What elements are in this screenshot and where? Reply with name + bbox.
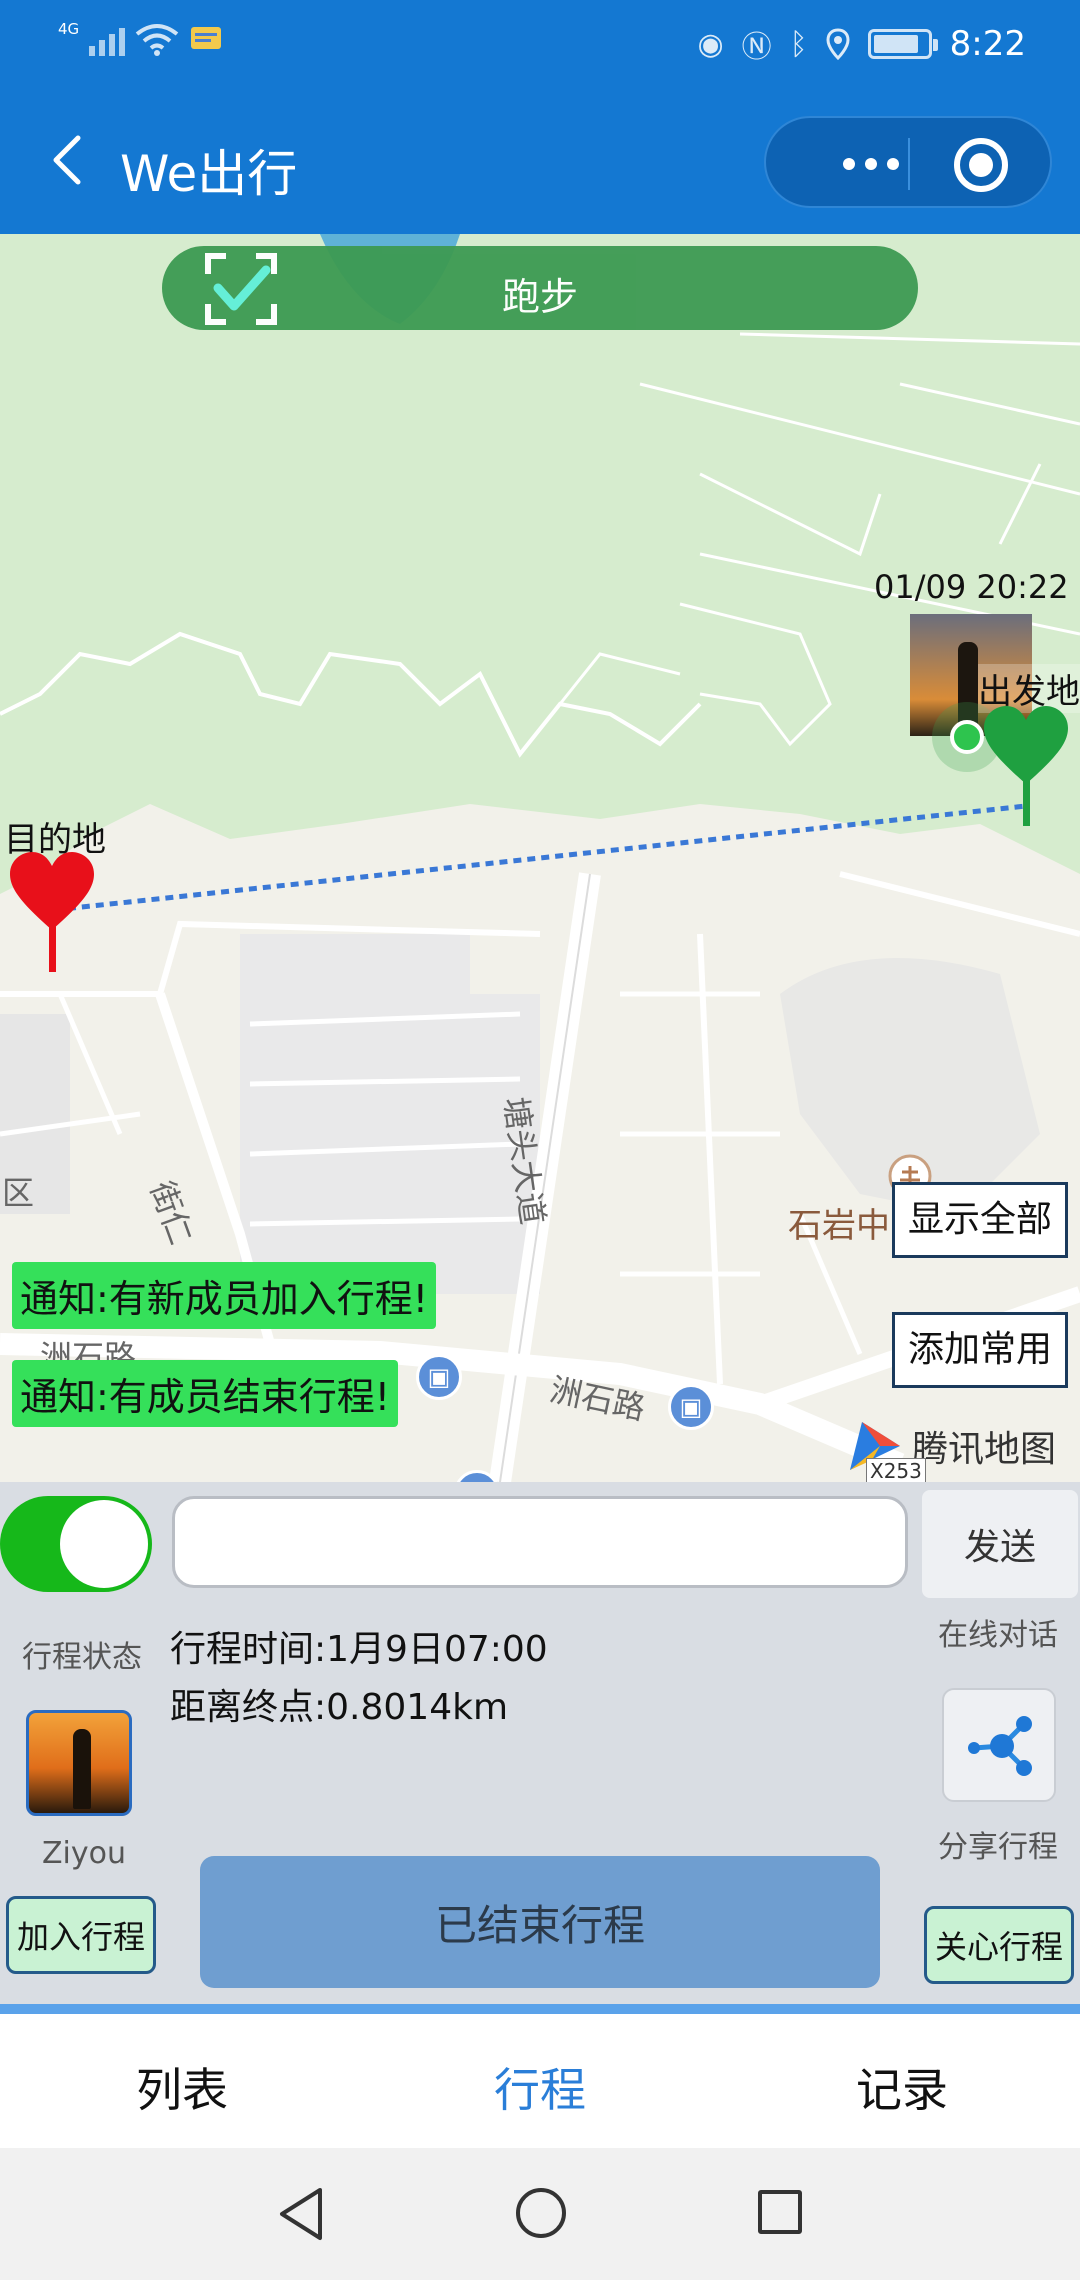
tab-list[interactable]: 列表 bbox=[136, 2054, 228, 2120]
notification-member-ended: 通知:有成员结束行程! bbox=[12, 1360, 399, 1427]
share-icon bbox=[968, 1716, 1032, 1776]
distance-to-end: 距离终点:0.8014km bbox=[170, 1687, 509, 1728]
bottom-tab-bar: 列表 行程 记录 bbox=[0, 2014, 1080, 2148]
tab-trip[interactable]: 行程 bbox=[494, 2054, 586, 2120]
map-provider-label: 腾讯地图 bbox=[912, 1429, 1057, 1470]
join-trip-button[interactable]: 加入行程 bbox=[6, 1896, 156, 1974]
activity-label: 跑步 bbox=[501, 275, 578, 319]
current-position-dot bbox=[950, 720, 984, 754]
page-title: We出行 bbox=[120, 145, 298, 203]
status-bar-left: 4G bbox=[58, 20, 223, 56]
navigation-bar: We出行 bbox=[0, 96, 1080, 234]
avatar-name: Ziyou bbox=[42, 1836, 127, 1871]
district-label: 区 bbox=[2, 1174, 35, 1212]
activity-pill[interactable]: 跑步 bbox=[162, 246, 918, 330]
system-home-icon[interactable] bbox=[516, 2188, 566, 2238]
message-icon bbox=[191, 27, 222, 49]
battery-icon bbox=[867, 29, 938, 59]
back-icon[interactable] bbox=[38, 130, 98, 190]
system-back-icon[interactable] bbox=[276, 2186, 326, 2242]
trip-status-toggle[interactable] bbox=[0, 1496, 152, 1592]
destination-heart-marker[interactable] bbox=[10, 852, 94, 972]
eye-icon: ◉ bbox=[697, 26, 724, 62]
system-navigation-bar bbox=[0, 2148, 1080, 2280]
share-trip-button[interactable] bbox=[942, 1688, 1056, 1802]
clock: 8:22 bbox=[949, 24, 1026, 64]
poi-label: 石岩中 bbox=[788, 1206, 890, 1246]
system-recent-apps-icon[interactable] bbox=[758, 2190, 802, 2234]
map-view[interactable]: 跑步 01/09 20:22 出发地 目的地 塘头大道 洲石路 洲石路 街仁 区… bbox=[0, 234, 1080, 1482]
care-trip-button[interactable]: 关心行程 bbox=[924, 1906, 1074, 1984]
notification-new-member: 通知:有新成员加入行程! bbox=[12, 1262, 437, 1329]
bus-stop-icon[interactable]: ▣ bbox=[416, 1354, 462, 1400]
marker-timestamp: 01/09 20:22 bbox=[874, 568, 1069, 606]
message-input[interactable] bbox=[172, 1496, 908, 1588]
tab-record[interactable]: 记录 bbox=[856, 2054, 948, 2120]
nfc-icon: Ⓝ bbox=[741, 30, 772, 65]
network-type: 4G bbox=[58, 20, 80, 38]
avatar[interactable] bbox=[26, 1710, 132, 1816]
add-favorite-button[interactable]: 添加常用 bbox=[892, 1312, 1068, 1388]
share-trip-label: 分享行程 bbox=[938, 1830, 1058, 1865]
online-chat-label: 在线对话 bbox=[938, 1618, 1058, 1653]
target-icon[interactable] bbox=[954, 138, 1008, 192]
trip-ended-button[interactable]: 已结束行程 bbox=[200, 1856, 880, 1988]
signal-icon bbox=[89, 22, 126, 56]
bluetooth-icon: ᛒ bbox=[789, 26, 808, 62]
send-button[interactable]: 发送 bbox=[922, 1490, 1078, 1598]
start-heart-marker[interactable] bbox=[984, 706, 1068, 826]
more-icon[interactable] bbox=[826, 118, 916, 210]
location-icon bbox=[826, 28, 850, 60]
panel-divider bbox=[0, 2004, 1080, 2014]
trip-status-label: 行程状态 bbox=[22, 1640, 142, 1675]
capsule-divider bbox=[908, 138, 910, 190]
miniprogram-capsule bbox=[764, 116, 1052, 208]
bus-stop-icon[interactable]: ▣ bbox=[668, 1384, 714, 1430]
status-bar: 4G ◉ Ⓝ ᛒ 8:22 bbox=[0, 0, 1080, 96]
status-bar-right: ◉ Ⓝ ᛒ 8:22 bbox=[697, 22, 1026, 66]
wifi-icon bbox=[135, 24, 179, 56]
road-code-badge: X253 bbox=[866, 1458, 926, 1482]
trip-time: 行程时间:1月9日07:00 bbox=[170, 1629, 548, 1670]
trip-control-panel: 发送 在线对话 行程状态 行程时间:1月9日07:00 距离终点:0.8014k… bbox=[0, 1482, 1080, 2012]
show-all-button[interactable]: 显示全部 bbox=[892, 1182, 1068, 1258]
